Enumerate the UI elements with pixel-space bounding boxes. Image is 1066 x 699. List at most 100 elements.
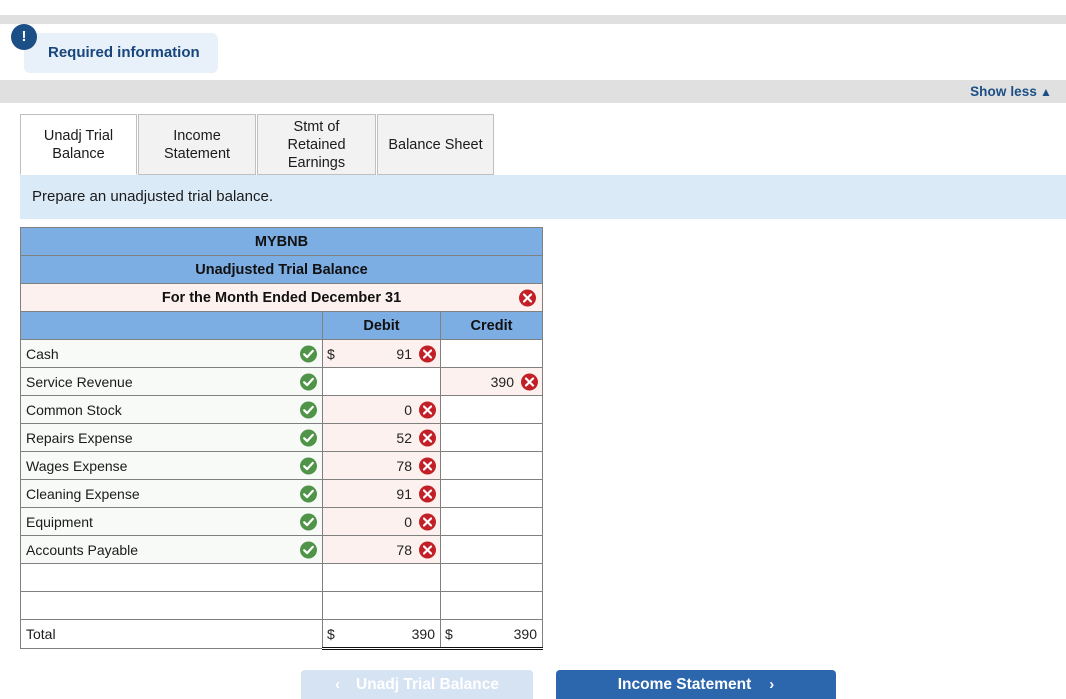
next-button-label: Income Statement [617, 675, 752, 693]
correct-icon [300, 373, 317, 390]
account-name-cell[interactable] [20, 591, 323, 620]
instruction-text: Prepare an unadjusted trial balance. [32, 188, 273, 205]
correct-icon [300, 401, 317, 418]
account-name-label: Repairs Expense [26, 429, 133, 446]
total-debit-cell: $ 390 [322, 619, 441, 650]
debit-cell[interactable] [322, 367, 441, 396]
prev-button-label: Unadj Trial Balance [356, 675, 499, 693]
incorrect-icon [519, 289, 536, 306]
account-name-cell[interactable]: Service Revenue [20, 367, 323, 396]
table-row [20, 591, 543, 620]
total-credit-cell: $ 390 [440, 619, 543, 650]
incorrect-icon [419, 345, 436, 362]
tab-unadj-trial-balance[interactable]: Unadj Trial Balance [20, 114, 137, 175]
statement-name-cell: Unadjusted Trial Balance [20, 255, 543, 284]
account-name-cell[interactable]: Repairs Expense [20, 423, 323, 452]
amount-value: 390 [490, 373, 514, 390]
correct-icon [300, 429, 317, 446]
account-name-cell[interactable] [20, 563, 323, 592]
table-subtitle-row: Unadjusted Trial Balance [20, 255, 543, 284]
credit-cell[interactable] [440, 535, 543, 564]
table-row: Cleaning Expense 91 [20, 479, 543, 508]
debit-cell[interactable]: 0 [322, 395, 441, 424]
correct-icon [300, 485, 317, 502]
account-name-label: Service Revenue [26, 373, 133, 390]
tab-stmt-retained-earnings[interactable]: Stmt of Retained Earnings [257, 114, 376, 175]
incorrect-icon [419, 485, 436, 502]
total-label-cell: Total [20, 619, 323, 649]
currency-symbol: $ [327, 345, 335, 362]
total-credit-value: 390 [513, 625, 537, 642]
account-name-cell[interactable]: Cash [20, 339, 323, 368]
correct-icon [300, 541, 317, 558]
credit-cell[interactable] [440, 507, 543, 536]
account-name-label: Cleaning Expense [26, 485, 140, 502]
credit-cell[interactable]: 390 [440, 367, 543, 396]
account-name-cell[interactable]: Cleaning Expense [20, 479, 323, 508]
credit-cell[interactable] [440, 563, 543, 592]
account-name-cell[interactable]: Common Stock [20, 395, 323, 424]
table-row [20, 563, 543, 592]
period-text: For the Month Ended December 31 [161, 289, 402, 306]
correct-icon [300, 457, 317, 474]
total-row: Total $ 390 $ 390 [20, 619, 543, 650]
correct-icon [300, 345, 317, 362]
tab-income-statement[interactable]: Income Statement [138, 114, 256, 175]
tab-balance-sheet[interactable]: Balance Sheet [377, 114, 494, 175]
credit-cell[interactable] [440, 423, 543, 452]
credit-cell[interactable] [440, 339, 543, 368]
account-name-cell[interactable]: Equipment [20, 507, 323, 536]
debit-cell[interactable]: 78 [322, 451, 441, 480]
table-row: Cash $91 [20, 339, 543, 368]
show-less-link[interactable]: Show less ▲ [970, 80, 1052, 104]
total-debit-prefix: $ [327, 625, 335, 642]
exclamation-icon: ! [11, 24, 37, 50]
total-debit-value: 390 [411, 625, 435, 642]
instruction-bar: Prepare an unadjusted trial balance. [20, 175, 1066, 219]
show-less-label: Show less [970, 84, 1038, 99]
debit-cell[interactable] [322, 563, 441, 592]
debit-cell[interactable]: 78 [322, 535, 441, 564]
table-title-row: MYBNB [20, 227, 543, 256]
table-row: Common Stock 0 [20, 395, 543, 424]
table-row: Accounts Payable 78 [20, 535, 543, 564]
incorrect-icon [419, 401, 436, 418]
debit-cell[interactable]: 91 [322, 479, 441, 508]
amount-value: 91 [396, 485, 412, 502]
debit-cell[interactable]: 0 [322, 507, 441, 536]
account-name-cell[interactable]: Accounts Payable [20, 535, 323, 564]
incorrect-icon [419, 513, 436, 530]
credit-cell[interactable] [440, 479, 543, 508]
debit-cell[interactable]: $91 [322, 339, 441, 368]
account-name-label: Common Stock [26, 401, 122, 418]
credit-cell[interactable] [440, 451, 543, 480]
period-cell[interactable]: For the Month Ended December 31 [20, 283, 543, 312]
account-name-label: Wages Expense [26, 457, 128, 474]
credit-cell[interactable] [440, 395, 543, 424]
trial-balance-table: MYBNB Unadjusted Trial Balance For the M… [20, 227, 543, 650]
debit-cell[interactable] [322, 591, 441, 620]
tab-label: Balance Sheet [388, 136, 483, 153]
top-divider-bar [0, 15, 1066, 24]
prev-unadj-trial-balance-button[interactable]: ‹ Unadj Trial Balance [301, 670, 533, 699]
amount-value: 91 [396, 345, 412, 362]
table-column-header-row: Debit Credit [20, 311, 543, 340]
table-row: Wages Expense 78 [20, 451, 543, 480]
account-name-cell[interactable]: Wages Expense [20, 451, 323, 480]
credit-cell[interactable] [440, 591, 543, 620]
table-row: Repairs Expense 52 [20, 423, 543, 452]
amount-value: 0 [404, 401, 412, 418]
incorrect-icon [521, 373, 538, 390]
amount-value: 78 [396, 457, 412, 474]
debit-cell[interactable]: 52 [322, 423, 441, 452]
caret-up-icon: ▲ [1040, 85, 1052, 99]
next-income-statement-button[interactable]: Income Statement › [556, 670, 836, 699]
incorrect-icon [419, 541, 436, 558]
collapse-toolbar [0, 80, 1066, 103]
account-name-label: Cash [26, 345, 59, 362]
tab-label: Unadj Trial Balance [43, 127, 114, 162]
incorrect-icon [419, 457, 436, 474]
table-row: Service Revenue 390 [20, 367, 543, 396]
amount-value: 52 [396, 429, 412, 446]
tab-label: Stmt of Retained Earnings [287, 118, 346, 171]
